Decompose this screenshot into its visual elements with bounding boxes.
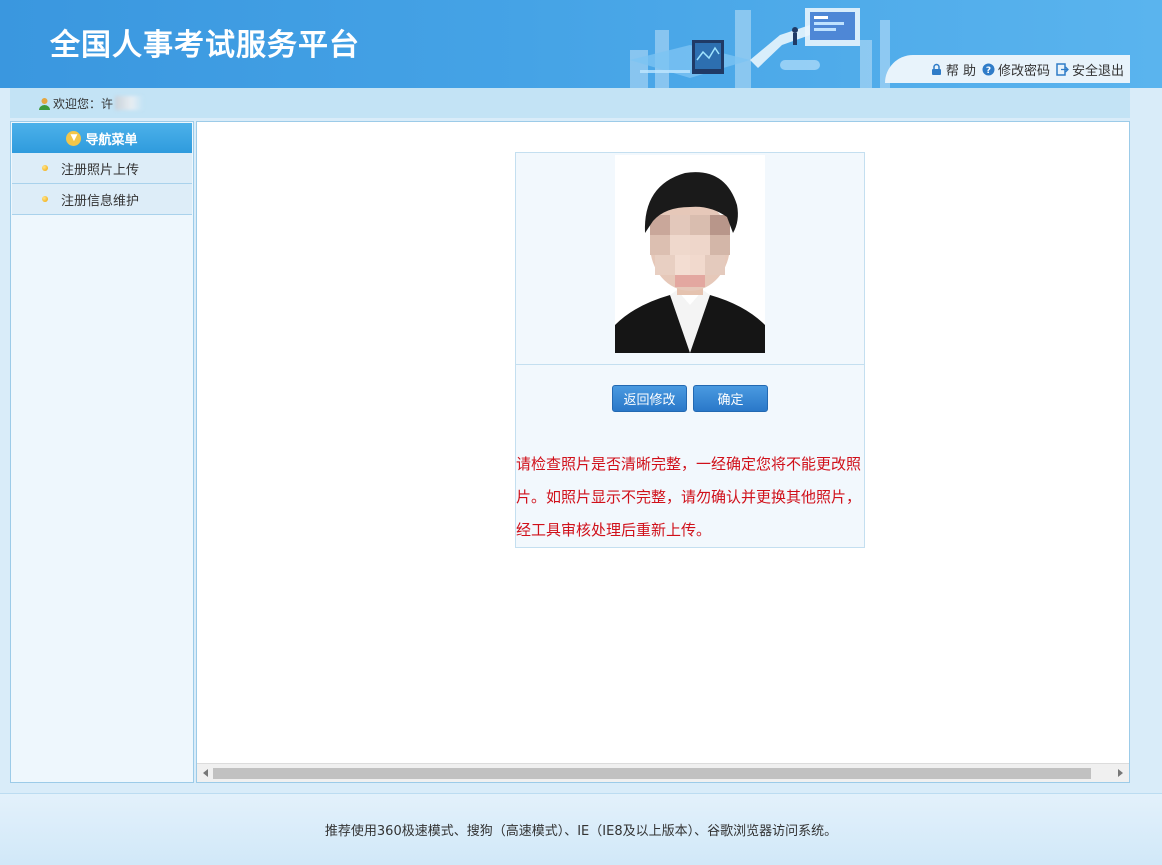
- svg-text:?: ?: [986, 66, 991, 76]
- sidebar: ▼ 导航菜单 注册照片上传 注册信息维护: [10, 121, 194, 783]
- help-link[interactable]: 帮 助: [930, 60, 976, 79]
- change-password-link[interactable]: ? 修改密码: [982, 60, 1050, 79]
- nav-menu-header[interactable]: ▼ 导航菜单: [12, 123, 192, 153]
- nav-menu-title: 导航菜单: [85, 132, 138, 148]
- page-footer: 推荐使用360极速模式、搜狗（高速模式）、IE（IE8及以上版本）、谷歌浏览器访…: [0, 793, 1162, 865]
- sidebar-item-label: 注册信息维护: [61, 193, 140, 209]
- action-buttons: 返回修改 确定: [516, 385, 864, 412]
- back-modify-button[interactable]: 返回修改: [612, 385, 687, 412]
- welcome-text: 欢迎您：许: [53, 96, 114, 111]
- sidebar-item-info-maintenance[interactable]: 注册信息维护: [12, 184, 192, 215]
- sidebar-item-photo-upload[interactable]: 注册照片上传: [12, 153, 192, 184]
- logout-link[interactable]: 安全退出: [1056, 60, 1124, 79]
- logout-icon: [1056, 62, 1069, 76]
- site-title: 全国人事考试服务平台: [50, 28, 360, 63]
- username-blurred: [115, 96, 144, 110]
- header-illustration: [630, 8, 890, 88]
- help-label: 帮 助: [945, 63, 976, 79]
- page-header: 全国人事考试服务平台 帮 助 ? 修改密码 安全退出: [0, 0, 1162, 88]
- horizontal-scrollbar[interactable]: [197, 763, 1129, 782]
- bullet-icon: [42, 196, 48, 202]
- bullet-icon: [42, 165, 48, 171]
- chevron-down-icon: ▼: [66, 130, 82, 146]
- top-links: 帮 助 ? 修改密码 安全退出: [885, 55, 1130, 83]
- change-password-label: 修改密码: [997, 63, 1050, 79]
- scrollbar-thumb[interactable]: [213, 768, 1091, 779]
- id-photo: [615, 155, 765, 353]
- browser-recommendation: 推荐使用360极速模式、搜狗（高速模式）、IE（IE8及以上版本）、谷歌浏览器访…: [324, 824, 838, 839]
- sidebar-item-label: 注册照片上传: [61, 162, 140, 178]
- id-photo-image: [615, 155, 765, 353]
- photo-notice: 请检查照片是否清晰完整，一经确定您将不能更改照片。如照片显示不完整，请勿确认并更…: [516, 455, 862, 539]
- lock-icon: [931, 63, 941, 75]
- user-icon: [39, 97, 50, 110]
- welcome-bar: 欢迎您：许: [10, 88, 1130, 118]
- main-content: 返回修改 确定 请检查照片是否清晰完整，一经确定您将不能更改照片。如照片显示不完…: [196, 121, 1130, 783]
- scroll-left-arrow-icon[interactable]: [203, 769, 208, 777]
- photo-confirm-card: 返回修改 确定 请检查照片是否清晰完整，一经确定您将不能更改照片。如照片显示不完…: [515, 152, 865, 548]
- photo-area: [516, 153, 864, 365]
- question-icon: ?: [982, 63, 995, 76]
- confirm-button[interactable]: 确定: [693, 385, 768, 412]
- logout-label: 安全退出: [1071, 63, 1124, 79]
- scroll-right-arrow-icon[interactable]: [1118, 769, 1123, 777]
